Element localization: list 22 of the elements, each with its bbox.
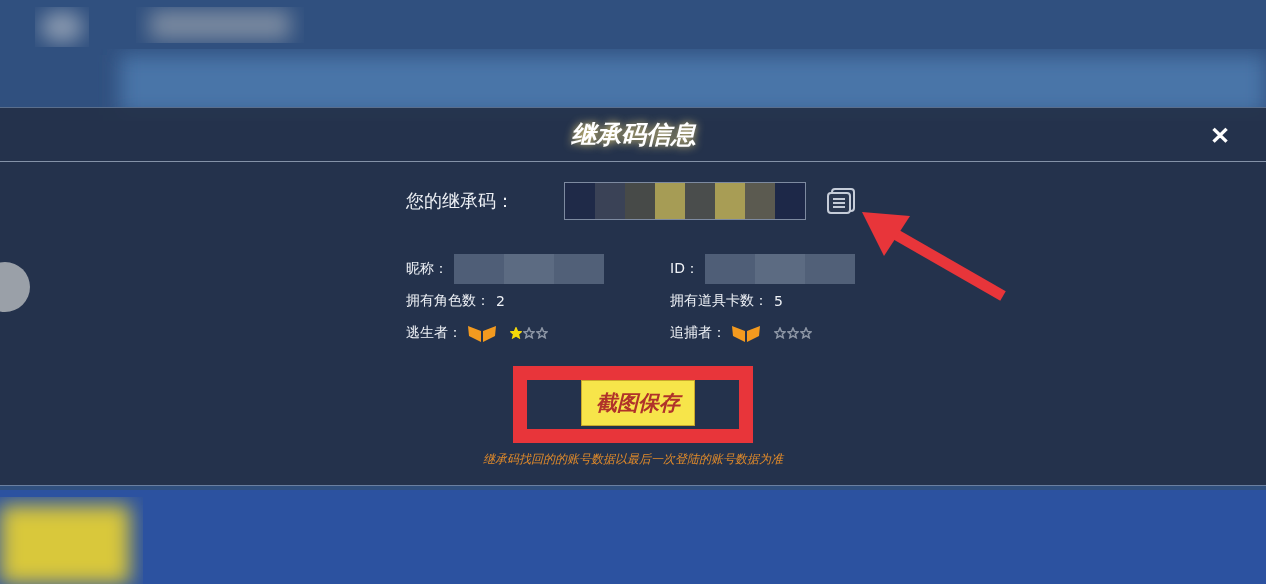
rank-emblem-icon (732, 324, 760, 342)
info-label: 昵称： (406, 260, 448, 278)
save-screenshot-button[interactable]: 截图保存 (581, 380, 695, 426)
info-value: 2 (496, 293, 505, 309)
info-label: ID： (670, 260, 699, 278)
info-value: 5 (774, 293, 783, 309)
info-label: 拥有角色数： (406, 292, 490, 310)
notice-text: 继承码找回的的账号数据以最后一次登陆的账号数据为准 (483, 451, 783, 468)
info-label: 逃生者： (406, 324, 462, 342)
code-label: 您的继承码： (406, 189, 514, 213)
rank-emblem-icon (468, 324, 496, 342)
empty-star-icon (774, 327, 786, 339)
filled-star-icon (510, 327, 522, 339)
empty-star-icon (536, 327, 548, 339)
info-label: 追捕者： (670, 324, 726, 342)
dialog-title: 继承码信息 (570, 119, 696, 151)
copy-icon[interactable] (826, 187, 856, 215)
blurred-menu-icon (40, 11, 84, 43)
info-label: 拥有道具卡数： (670, 292, 768, 310)
close-button[interactable]: ✕ (1204, 120, 1236, 152)
empty-star-icon (800, 327, 812, 339)
empty-star-icon (787, 327, 799, 339)
